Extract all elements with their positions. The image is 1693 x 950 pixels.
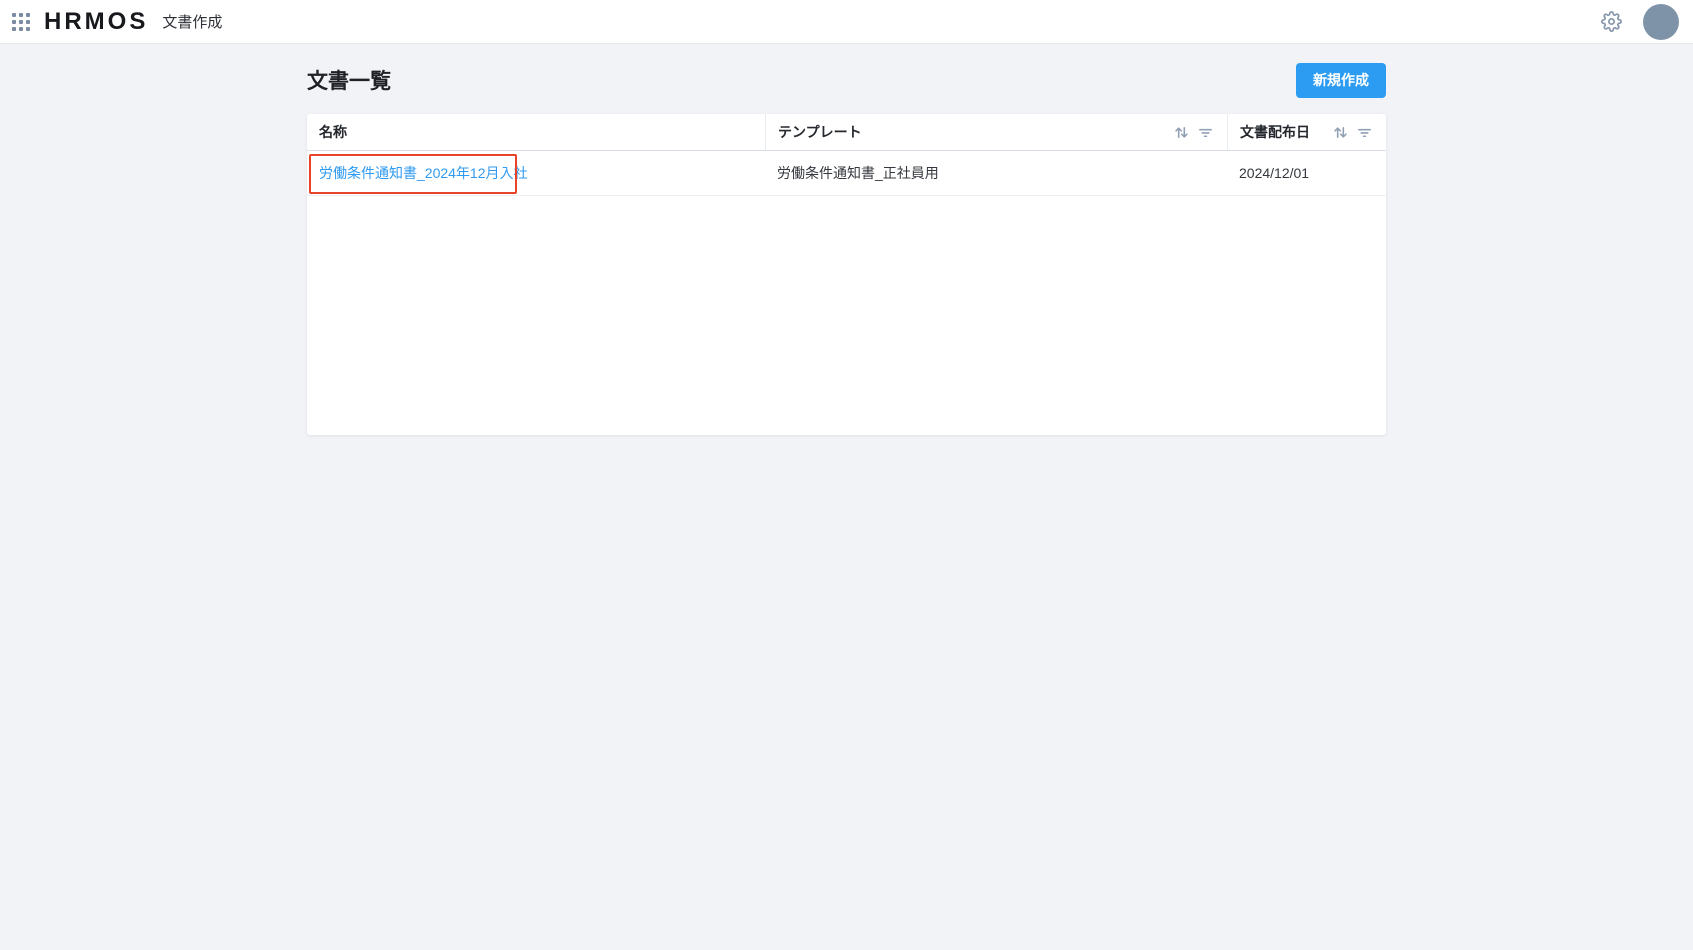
- column-header-distribution-date[interactable]: 文書配布日: [1227, 114, 1386, 150]
- column-label: 名称: [319, 122, 347, 142]
- distribution-date-cell: 2024/12/01: [1227, 151, 1386, 195]
- sort-arrows-icon[interactable]: [1174, 125, 1189, 140]
- page-head: 文書一覧 新規作成: [307, 62, 1386, 98]
- document-name-link[interactable]: 労働条件通知書_2024年12月入社: [319, 163, 528, 183]
- template-cell: 労働条件通知書_正社員用: [765, 151, 1227, 195]
- hrmos-logo: HRMOS: [44, 10, 148, 34]
- name-cell: 労働条件通知書_2024年12月入社: [307, 151, 765, 195]
- app-title: 文書作成: [162, 11, 222, 32]
- filter-lines-icon[interactable]: [1198, 125, 1213, 140]
- sort-arrows-icon[interactable]: [1333, 125, 1348, 140]
- filter-lines-icon[interactable]: [1357, 125, 1372, 140]
- table-row: 労働条件通知書_2024年12月入社 労働条件通知書_正社員用 2024/12/…: [307, 151, 1386, 196]
- header-icons: [1333, 125, 1372, 140]
- column-header-template[interactable]: テンプレート: [765, 114, 1227, 150]
- page-title: 文書一覧: [307, 65, 391, 95]
- main-content: 文書一覧 新規作成 名称 テンプレート: [307, 44, 1386, 435]
- documents-table: 名称 テンプレート: [307, 114, 1386, 435]
- user-avatar[interactable]: [1643, 4, 1679, 40]
- header-icons: [1174, 125, 1213, 140]
- column-label: テンプレート: [778, 122, 862, 142]
- settings-gear-icon[interactable]: [1597, 8, 1625, 36]
- create-new-button[interactable]: 新規作成: [1296, 63, 1386, 98]
- column-label: 文書配布日: [1240, 122, 1310, 142]
- table-header-row: 名称 テンプレート: [307, 114, 1386, 151]
- column-header-name[interactable]: 名称: [307, 114, 765, 150]
- app-header: HRMOS 文書作成: [0, 0, 1693, 44]
- app-launcher-grid-icon[interactable]: [8, 9, 34, 35]
